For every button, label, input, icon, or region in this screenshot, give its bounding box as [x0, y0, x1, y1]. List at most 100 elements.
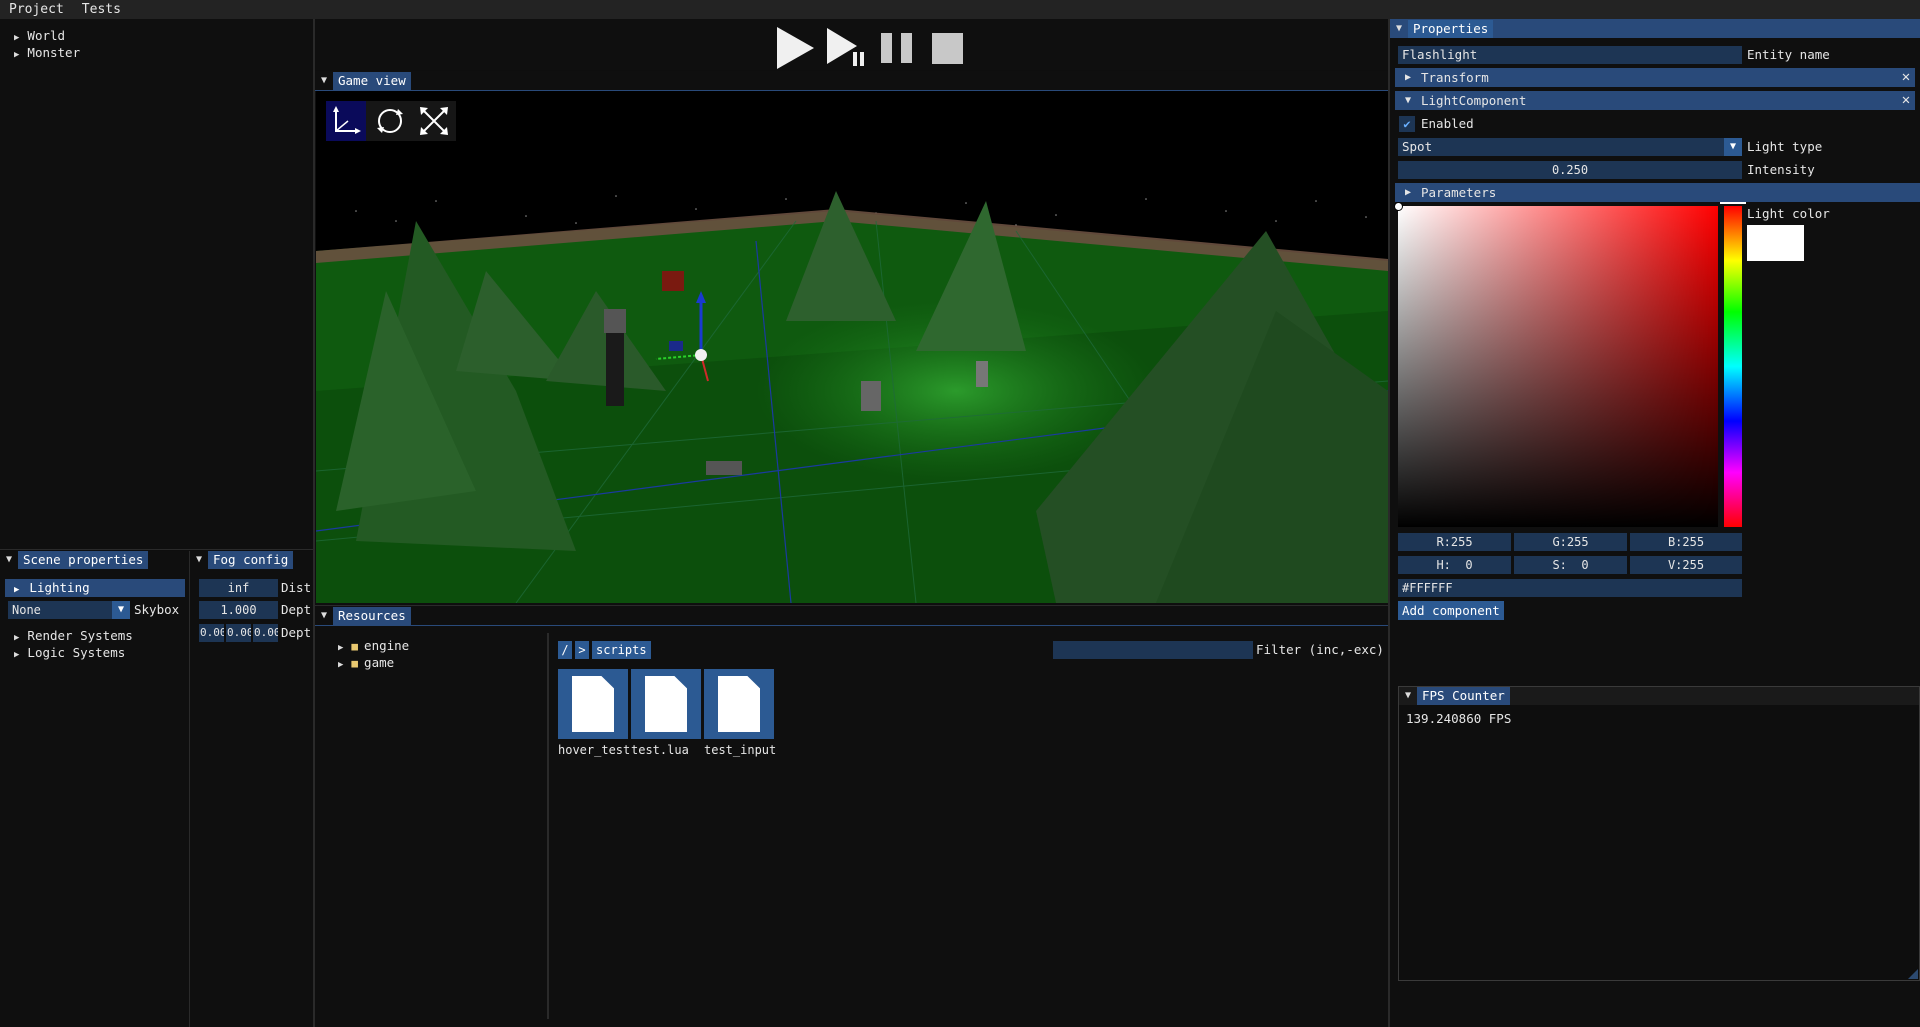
color-v-field[interactable]: V:255	[1630, 556, 1742, 574]
close-icon[interactable]: ✕	[1897, 91, 1915, 110]
file-item[interactable]: test.lua	[631, 669, 701, 757]
file-icon	[631, 669, 701, 739]
resize-handle-icon[interactable]	[1908, 969, 1918, 979]
tree-expand-icon: ▶	[14, 650, 20, 660]
menu-project[interactable]: Project	[0, 0, 73, 19]
tree-item-monster[interactable]: ▶ Monster	[0, 44, 313, 61]
intensity-value: 0.250	[1551, 163, 1589, 177]
collapse-icon[interactable]: ▼	[315, 72, 333, 90]
fps-counter-header[interactable]: ▼ FPS Counter	[1399, 687, 1919, 705]
resources-panel: ▼ Resources ▶ ■ engine ▶ ■ game / > scripts …	[315, 605, 1388, 1027]
fog-color-r-field[interactable]: 0.00	[199, 624, 224, 642]
lighting-label: Lighting	[29, 580, 90, 595]
color-s-field[interactable]: S: 0	[1514, 556, 1627, 574]
scene-tree-panel: ▶ World ▶ Monster	[0, 19, 313, 549]
tree-item-label: Logic Systems	[27, 645, 126, 660]
fog-color-g-field[interactable]: 0.00	[226, 624, 251, 642]
panel-title[interactable]: Fog config	[208, 551, 294, 569]
rotate-gizmo-icon[interactable]	[370, 101, 410, 141]
step-icon[interactable]	[827, 28, 865, 70]
chevron-down-icon[interactable]: ▼	[1724, 138, 1742, 156]
color-hex-field[interactable]: #FFFFFF	[1398, 579, 1742, 597]
color-g-field[interactable]: G:255	[1514, 533, 1627, 551]
stop-icon[interactable]	[932, 33, 963, 64]
breadcrumb-current[interactable]: scripts	[592, 641, 651, 659]
transform-label: Transform	[1421, 70, 1489, 85]
breadcrumb-root[interactable]: /	[558, 641, 572, 659]
game-view-header[interactable]: ▼ Game view	[315, 71, 1388, 90]
fog-distance-label: Dist	[281, 580, 312, 595]
properties-header[interactable]: ▼ Properties	[1390, 19, 1920, 38]
folder-label: game	[364, 655, 395, 670]
menu-tests[interactable]: Tests	[73, 0, 130, 19]
fog-depth-field[interactable]: 1.000	[199, 601, 278, 619]
tree-item-world[interactable]: ▶ World	[0, 27, 313, 44]
collapse-icon[interactable]: ▼	[1399, 687, 1417, 705]
close-icon[interactable]: ✕	[1897, 68, 1915, 87]
panel-title[interactable]: Resources	[333, 606, 411, 625]
collapse-icon[interactable]: ▼	[315, 607, 333, 625]
fps-value: 139.240860 FPS	[1406, 711, 1512, 726]
add-component-button[interactable]: Add component	[1398, 601, 1504, 620]
fog-color-label: Dept	[281, 625, 312, 640]
collapse-icon[interactable]: ▼	[1390, 20, 1408, 38]
file-item[interactable]: hover_test	[558, 669, 630, 757]
file-icon	[704, 669, 774, 739]
panel-title[interactable]: Scene properties	[18, 551, 149, 569]
collapse-icon[interactable]: ▼	[0, 551, 18, 569]
tree-item-logic-systems[interactable]: ▶ Logic Systems	[0, 644, 125, 661]
parameters-header[interactable]: ▶ Parameters	[1395, 183, 1920, 202]
gizmo-toolbar	[326, 101, 456, 141]
filter-input[interactable]	[1053, 641, 1253, 659]
collapse-icon: ▼	[1404, 95, 1412, 106]
panel-divider	[0, 549, 313, 550]
file-item[interactable]: test_input	[704, 669, 776, 757]
enabled-label: Enabled	[1421, 116, 1474, 131]
entity-name-input[interactable]: Flashlight	[1398, 46, 1742, 64]
pause-icon[interactable]	[881, 33, 913, 63]
intensity-slider[interactable]: 0.250	[1398, 161, 1742, 179]
color-b-field[interactable]: B:255	[1630, 533, 1742, 551]
expand-icon: ▶	[1404, 72, 1412, 83]
chevron-down-icon[interactable]: ▼	[112, 601, 130, 619]
folder-label: engine	[364, 638, 410, 653]
transform-header[interactable]: ▶ Transform ✕	[1395, 68, 1915, 87]
color-h-field[interactable]: H: 0	[1398, 556, 1511, 574]
color-picker-hue-bar[interactable]	[1724, 206, 1742, 527]
expand-icon: ▶	[14, 585, 20, 595]
collapse-icon[interactable]: ▼	[190, 551, 208, 569]
light-component-header[interactable]: ▼ LightComponent ✕	[1395, 91, 1915, 110]
translate-gizmo-icon[interactable]	[326, 101, 366, 141]
fog-config-header[interactable]: ▼ Fog config	[190, 551, 313, 569]
color-picker-sv-square[interactable]	[1398, 206, 1718, 527]
light-type-select[interactable]: Spot	[1398, 138, 1742, 156]
fog-distance-field[interactable]: inf	[199, 579, 278, 597]
resources-divider[interactable]	[547, 633, 549, 1019]
game-view-panel: ▼ Game view	[315, 71, 1388, 604]
enabled-checkbox[interactable]: ✔	[1399, 116, 1415, 132]
menu-bar: Project Tests	[0, 0, 1920, 19]
breadcrumb-separator[interactable]: >	[575, 641, 589, 659]
file-label: test.lua	[631, 743, 689, 757]
play-icon[interactable]	[777, 27, 814, 69]
skybox-label: Skybox	[134, 602, 180, 617]
panel-title[interactable]: FPS Counter	[1417, 687, 1510, 705]
hue-marker-icon	[1720, 202, 1746, 206]
tree-expand-icon: ▶	[338, 660, 344, 670]
game-viewport[interactable]	[316, 91, 1388, 603]
panel-title[interactable]: Properties	[1408, 19, 1494, 38]
tree-item-render-systems[interactable]: ▶ Render Systems	[0, 627, 133, 644]
light-color-swatch[interactable]	[1747, 225, 1804, 261]
resources-header[interactable]: ▼ Resources	[315, 606, 1388, 625]
scene-properties-header[interactable]: ▼ Scene properties	[0, 551, 189, 569]
color-picker-cursor[interactable]	[1394, 202, 1403, 211]
fog-color-b-field[interactable]: 0.00	[253, 624, 278, 642]
scale-gizmo-icon[interactable]	[414, 101, 454, 141]
lighting-header[interactable]: ▶ Lighting	[5, 579, 185, 597]
folder-engine[interactable]: ▶ ■ engine	[315, 637, 545, 654]
parameters-label: Parameters	[1421, 185, 1497, 200]
panel-title[interactable]: Game view	[333, 71, 411, 90]
color-r-field[interactable]: R:255	[1398, 533, 1511, 551]
fog-color-value: 0.00	[227, 626, 251, 639]
folder-game[interactable]: ▶ ■ game	[315, 654, 545, 671]
